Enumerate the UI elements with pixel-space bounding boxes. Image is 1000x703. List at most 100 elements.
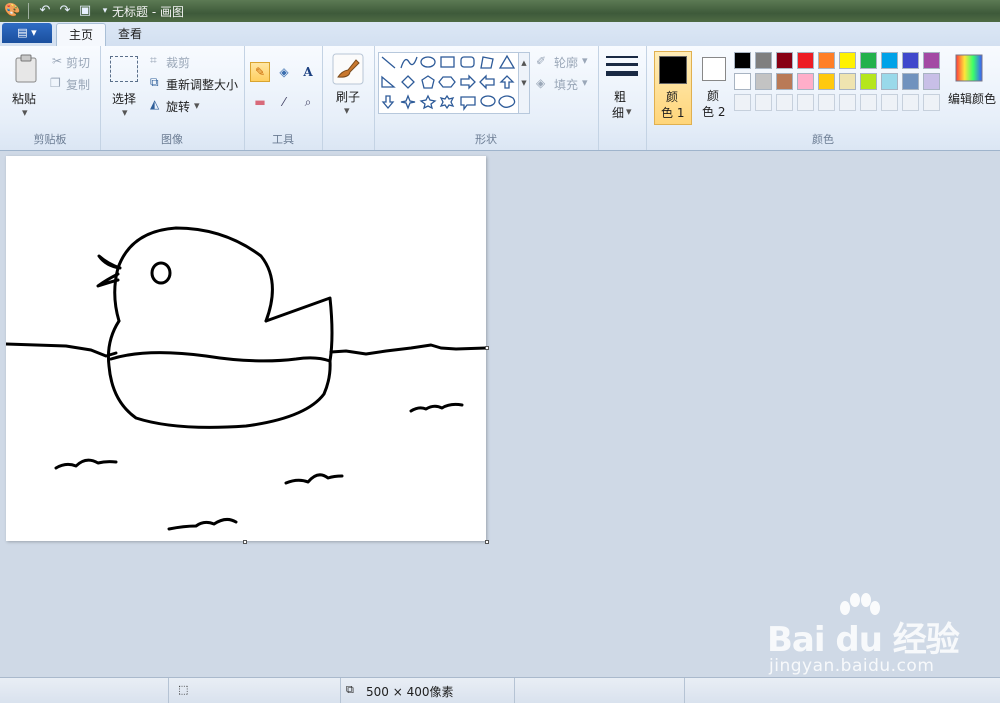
palette-swatch[interactable]	[734, 52, 751, 69]
palette-swatch[interactable]	[734, 73, 751, 90]
palette-swatch[interactable]	[797, 73, 814, 90]
resize-handle-bottom[interactable]	[243, 540, 247, 544]
redo-icon[interactable]: ↷	[57, 3, 73, 19]
rotate-dropdown-icon[interactable]: ▾	[194, 99, 200, 112]
duck-body-outline	[107, 319, 332, 429]
cut-button[interactable]: 剪切	[66, 54, 90, 71]
palette-swatch[interactable]	[755, 73, 772, 90]
color-picker-tool[interactable]: ⁄	[274, 92, 294, 112]
palette-swatch[interactable]	[902, 52, 919, 69]
color2-label-top: 颜	[707, 89, 720, 103]
custom-color-slot[interactable]	[839, 94, 856, 111]
eraser-tool[interactable]: ▬	[250, 92, 270, 112]
quick-access-toolbar: 🎨 ↶ ↷ ▣ ▾	[0, 3, 113, 19]
outline-dropdown-icon[interactable]: ▾	[582, 54, 588, 67]
fill-icon: ◈	[536, 76, 546, 90]
custom-color-slot[interactable]	[755, 94, 772, 111]
edit-colors-button[interactable]: 编辑颜色	[948, 90, 996, 107]
select-dropdown-icon[interactable]: ▾	[122, 106, 128, 119]
color1-button[interactable]: 颜 色 1	[654, 51, 692, 125]
fill-dropdown-icon[interactable]: ▾	[582, 76, 588, 89]
paste-dropdown-icon[interactable]: ▾	[22, 106, 28, 119]
copy-button[interactable]: 复制	[66, 76, 90, 93]
status-selection-size: ⬚	[168, 678, 341, 703]
ribbon-tab-row: ▤ ▾ 主页 查看	[0, 22, 1000, 47]
palette-swatch[interactable]	[881, 52, 898, 69]
palette-swatch[interactable]	[923, 73, 940, 90]
palette-swatch[interactable]	[797, 52, 814, 69]
text-tool[interactable]: A	[298, 62, 318, 82]
drawing-canvas[interactable]	[4, 156, 488, 541]
size-label-top[interactable]: 粗	[614, 88, 626, 105]
custom-color-slot[interactable]	[881, 94, 898, 111]
custom-color-slot[interactable]	[734, 94, 751, 111]
duck-tail	[264, 296, 334, 363]
custom-color-slot[interactable]	[902, 94, 919, 111]
rotate-button[interactable]: 旋转	[166, 98, 190, 115]
select-icon[interactable]	[110, 56, 138, 82]
color2-button[interactable]: 颜 色 2	[698, 51, 732, 125]
outline-icon: ✐	[536, 54, 547, 68]
shapes-scrollbar[interactable]: ▲ ▼	[518, 52, 530, 114]
resize-button[interactable]: 重新调整大小	[166, 76, 238, 93]
custom-color-slot[interactable]	[776, 94, 793, 111]
save-icon[interactable]: ▣	[77, 3, 93, 19]
palette-swatch[interactable]	[818, 52, 835, 69]
paint-menu-button[interactable]: ▤ ▾	[2, 23, 52, 43]
duck-drawing	[4, 226, 488, 531]
customize-dropdown-icon[interactable]: ▾	[97, 3, 113, 19]
palette-swatch[interactable]	[755, 52, 772, 69]
pencil-tool[interactable]: ✎	[250, 62, 270, 82]
status-cursor-position	[0, 678, 169, 703]
custom-color-slot[interactable]	[818, 94, 835, 111]
color1-swatch	[659, 56, 687, 84]
wave-3	[284, 473, 344, 485]
shape-right-triangle-icon	[381, 75, 396, 88]
palette-swatch[interactable]	[839, 73, 856, 90]
size-dropdown-icon[interactable]: ▾	[626, 105, 632, 118]
shape-rectangle-icon	[440, 56, 455, 68]
crop-button[interactable]: 裁剪	[166, 54, 190, 71]
palette-swatch[interactable]	[881, 73, 898, 90]
paint-app-icon[interactable]: 🎨	[4, 3, 20, 19]
colors-group-label: 颜色	[812, 133, 834, 146]
brush-icon[interactable]	[332, 53, 364, 85]
crop-icon: ⌗	[150, 53, 157, 67]
custom-color-slot[interactable]	[860, 94, 877, 111]
resize-handle-corner[interactable]	[485, 540, 489, 544]
magnifier-tool[interactable]: ⌕	[298, 92, 318, 112]
brushes-dropdown-icon[interactable]: ▾	[344, 104, 350, 117]
tab-home[interactable]: 主页	[56, 23, 107, 47]
tools-group: ✎ ◈ A ▬ ⁄ ⌕ 工具	[244, 46, 323, 150]
fill-tool[interactable]: ◈	[274, 62, 294, 82]
color2-swatch	[702, 57, 726, 81]
palette-swatch[interactable]	[818, 73, 835, 90]
outline-button[interactable]: 轮廓	[554, 54, 578, 71]
custom-color-slot[interactable]	[923, 94, 940, 111]
palette-swatch[interactable]	[860, 52, 877, 69]
undo-icon[interactable]: ↶	[37, 3, 53, 19]
shape-diamond-icon	[401, 75, 415, 89]
palette-swatch[interactable]	[839, 52, 856, 69]
clipboard-group-label: 剪贴板	[33, 133, 67, 146]
palette-swatch[interactable]	[923, 52, 940, 69]
resize-handle-right[interactable]	[485, 346, 489, 350]
brushes-button[interactable]: 刷子	[336, 88, 360, 105]
paste-icon[interactable]	[14, 54, 40, 84]
palette-swatch[interactable]	[902, 73, 919, 90]
select-button[interactable]: 选择	[112, 90, 136, 107]
palette-swatch[interactable]	[776, 52, 793, 69]
shapes-group-label: 形状	[475, 133, 497, 146]
edit-colors-icon[interactable]	[954, 54, 984, 82]
custom-color-slot[interactable]	[797, 94, 814, 111]
wave-2	[54, 458, 118, 470]
size-label-bottom[interactable]: 细	[612, 104, 624, 121]
fill-button[interactable]: 填充	[554, 76, 578, 93]
duck-eye	[150, 261, 172, 285]
tab-view[interactable]: 查看	[106, 23, 154, 46]
watermark-url: jingyan.baidu.com	[769, 656, 935, 676]
palette-swatch[interactable]	[776, 73, 793, 90]
line-width-icon[interactable]	[606, 54, 638, 82]
paste-button[interactable]: 粘贴	[12, 90, 36, 107]
palette-swatch[interactable]	[860, 73, 877, 90]
